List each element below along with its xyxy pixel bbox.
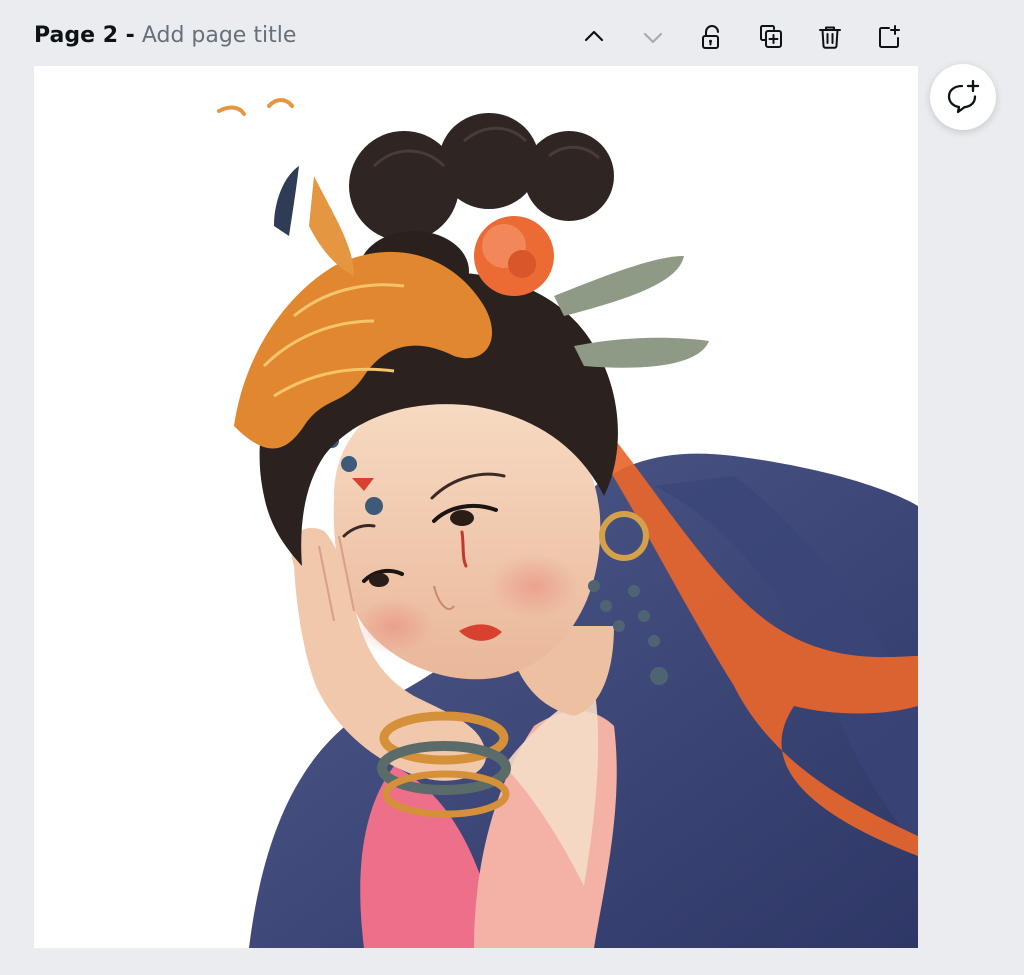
page-number-label: Page 2 -: [34, 23, 135, 48]
chevron-down-icon: [643, 32, 662, 44]
trash-icon: [818, 26, 841, 49]
unlock-icon: [701, 25, 719, 49]
lock-page-button[interactable]: [682, 18, 741, 56]
add-page-button[interactable]: [859, 18, 918, 56]
duplicate-icon: [759, 25, 782, 48]
page-toolbar: [564, 18, 918, 56]
page-title-wrap: Page 2 - Add page title: [34, 22, 296, 50]
design-canvas[interactable]: [34, 66, 918, 948]
add-comment-button[interactable]: [930, 64, 996, 130]
chevron-up-icon: [584, 30, 603, 42]
add-comment-icon: [947, 79, 980, 114]
add-page-icon: [878, 25, 900, 48]
page-title-input[interactable]: Add page title: [142, 23, 297, 48]
watercolor-illustration-image[interactable]: [34, 66, 918, 948]
delete-page-button[interactable]: [800, 18, 859, 56]
duplicate-page-button[interactable]: [741, 18, 800, 56]
move-page-down-button[interactable]: [623, 18, 682, 56]
move-page-up-button[interactable]: [564, 18, 623, 56]
page-header: Page 2 - Add page title: [34, 18, 918, 56]
